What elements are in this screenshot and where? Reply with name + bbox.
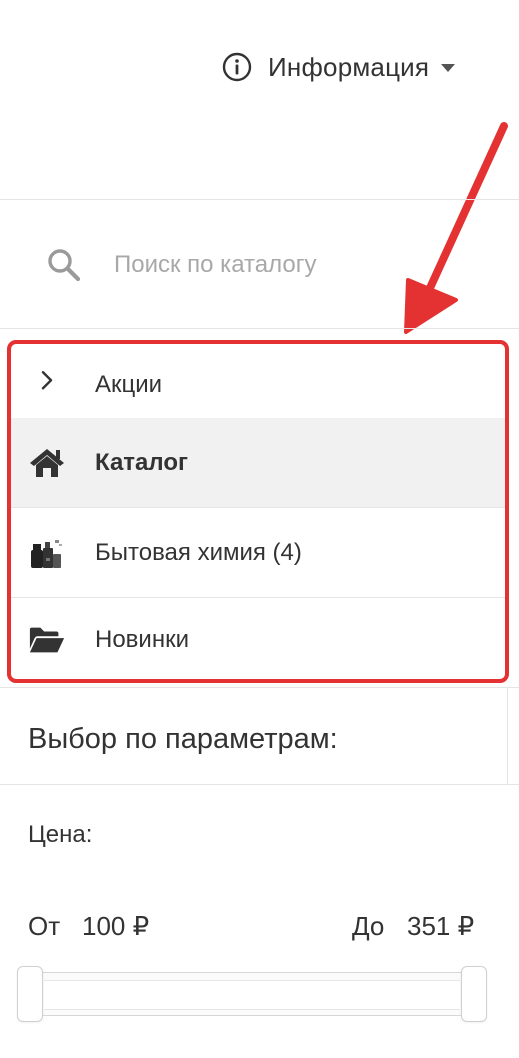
price-label: Цена: <box>28 821 93 848</box>
menu-item-promotions[interactable]: Акции <box>8 341 508 429</box>
price-slider-min-handle[interactable] <box>17 966 43 1022</box>
divider <box>0 687 519 688</box>
menu-item-label: Каталог <box>95 448 188 476</box>
catalog-menu: Акции Каталог Бытовая химия (4) Новинки <box>8 341 508 681</box>
menu-item-catalog[interactable]: Каталог <box>8 418 508 508</box>
search-icon[interactable] <box>46 247 82 283</box>
household-chemicals-icon <box>28 536 66 570</box>
divider <box>0 784 519 785</box>
caret-down-icon <box>441 64 456 72</box>
price-from-value[interactable]: 100 ₽ <box>82 911 149 942</box>
catalog-search-input[interactable] <box>110 245 478 285</box>
info-circle-icon <box>222 52 252 82</box>
divider <box>507 687 508 784</box>
price-slider-range <box>44 980 460 1010</box>
menu-item-label: Новинки <box>95 625 189 653</box>
chevron-right-icon <box>28 363 66 397</box>
annotation-arrow <box>404 122 508 334</box>
divider <box>0 328 519 329</box>
info-menu-dropdown[interactable]: Информация <box>222 47 456 87</box>
price-slider-max-handle[interactable] <box>461 966 487 1022</box>
menu-item-label: Бытовая химия (4) <box>95 538 302 566</box>
menu-item-new-arrivals[interactable]: Новинки <box>8 598 508 681</box>
menu-item-household-chemicals[interactable]: Бытовая химия (4) <box>8 508 508 598</box>
info-menu-label: Информация <box>268 51 430 82</box>
folder-open-icon <box>28 623 66 657</box>
menu-item-label: Акции <box>95 370 163 398</box>
divider <box>0 199 519 200</box>
price-from-label: От <box>28 911 61 941</box>
home-icon <box>28 446 66 480</box>
filter-title: Выбор по параметрам: <box>28 723 338 755</box>
price-to-label: До <box>352 911 385 941</box>
price-to-value[interactable]: 351 ₽ <box>407 911 474 942</box>
